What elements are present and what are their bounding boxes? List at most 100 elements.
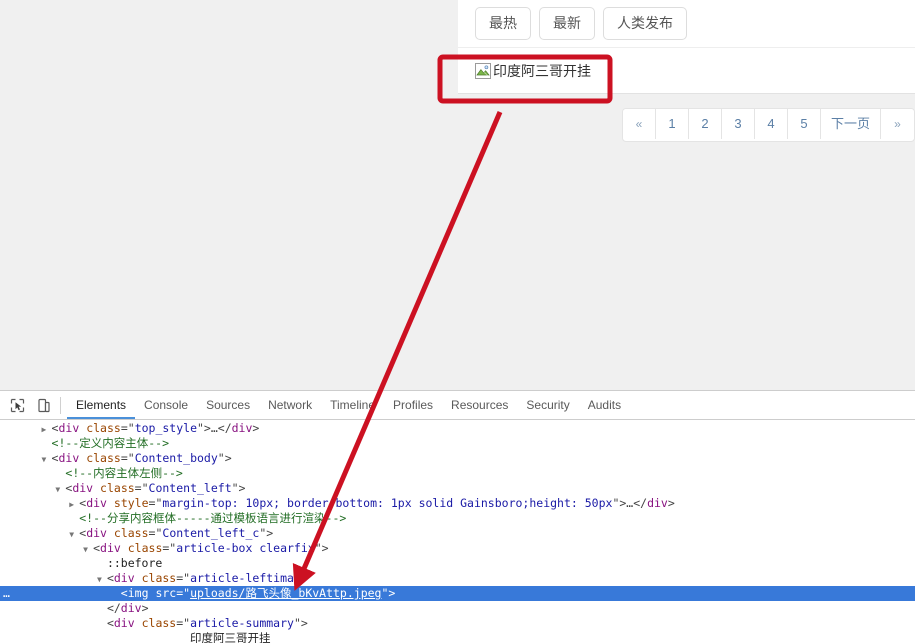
dom-token-punc: "> <box>314 541 329 555</box>
devtools-tab-security[interactable]: Security <box>517 392 578 419</box>
dom-twisty-none <box>55 467 65 482</box>
dom-token-tag: div <box>72 481 94 495</box>
devtools-tab-sources[interactable]: Sources <box>197 392 259 419</box>
pagination-page-3[interactable]: 3 <box>721 109 755 139</box>
dom-token-punc: < <box>93 541 101 555</box>
dom-line[interactable]: <!--定义内容主体--> <box>0 436 915 451</box>
devtools-tab-console[interactable]: Console <box>135 392 197 419</box>
dom-indent <box>0 586 111 600</box>
dom-line[interactable]: ▼ <div class="article-leftimag <box>0 571 915 586</box>
dom-token-tag: div <box>647 496 668 510</box>
dom-token-tag: div <box>113 571 135 585</box>
devtools-tab-resources[interactable]: Resources <box>442 392 517 419</box>
device-toolbar-icon[interactable] <box>30 393 56 417</box>
dom-line[interactable]: <div class="article-summary"> <box>0 616 915 631</box>
dom-indent <box>0 481 55 495</box>
dom-token-punc: =" <box>148 496 163 510</box>
devtools-tab-elements[interactable]: Elements <box>67 392 136 419</box>
article-title[interactable]: 印度阿三哥开挂 <box>493 61 591 81</box>
dom-line[interactable]: ▼ <div class="Content_left"> <box>0 481 915 496</box>
article-row[interactable]: 印度阿三哥开挂 <box>458 48 915 94</box>
dom-indent <box>0 421 42 435</box>
dom-line[interactable]: ▼ <div class="article-box clearfix"> <box>0 541 915 556</box>
pagination-first[interactable]: « <box>622 109 656 139</box>
pagination[interactable]: «1 2 3 4 5 下一页» <box>621 108 915 142</box>
devtools-tab-timeline[interactable]: Timeline <box>321 392 384 419</box>
filter-hottest[interactable]: 最热 <box>475 7 531 40</box>
dom-token-punc: =" <box>120 421 135 435</box>
dom-token-punc: =" <box>148 526 163 540</box>
devtools-tab-profiles[interactable]: Profiles <box>384 392 442 419</box>
dom-indent <box>0 616 97 630</box>
dom-token-punc: "> <box>381 586 396 600</box>
dom-token-punc <box>107 526 114 540</box>
dom-line[interactable]: </div> <box>0 601 915 616</box>
dom-scroll-ellipsis: … <box>3 586 10 600</box>
chevron-right-icon[interactable]: ▶ <box>42 422 52 437</box>
dom-token-pseudo: ::before <box>106 556 163 570</box>
dom-tree[interactable]: ▶ <div class="top_style">…</div> <!--定义内容… <box>0 420 915 643</box>
dom-indent <box>0 601 97 615</box>
dom-token-val: uploads/路飞头像_bKvAttp.jpeg <box>190 586 382 600</box>
dom-token-attr: class <box>86 451 121 465</box>
chevron-right-icon[interactable]: ▶ <box>69 497 79 512</box>
dom-token-attr: style <box>113 496 149 510</box>
dom-token-punc: =" <box>120 451 135 465</box>
dom-line[interactable]: ::before <box>0 556 915 571</box>
dom-line[interactable]: ▶ <div style="margin-top: 10px; border-bo… <box>0 496 915 511</box>
pagination-page-2[interactable]: 2 <box>688 109 722 139</box>
dom-token-punc: ">…</ <box>612 496 648 510</box>
dom-token-tag: div <box>58 421 80 435</box>
dom-token-punc: < <box>106 616 114 630</box>
broken-image-icon <box>475 62 491 79</box>
dom-twisty-none <box>97 602 107 617</box>
dom-line[interactable]: <!--分享内容框体-----通过模板语言进行渲染--> <box>0 511 915 526</box>
dom-line[interactable]: ▼ <div class="Content_body"> <box>0 451 915 466</box>
pagination-page-1[interactable]: 1 <box>655 109 689 139</box>
dom-token-punc: > <box>667 496 675 510</box>
dom-token-attr: class <box>141 571 177 585</box>
chevron-down-icon[interactable]: ▼ <box>83 542 93 557</box>
dom-line[interactable]: ▼ <div class="Content_left_c"> <box>0 526 915 541</box>
dom-token-comment: <!--定义内容主体--> <box>51 436 170 450</box>
dom-token-plaintext: 印度阿三哥开挂 <box>190 631 271 643</box>
browser-viewport: 最热 最新 人类发布 印度阿三哥开挂 «1 2 3 4 5 下一页» <box>0 0 915 390</box>
chevron-down-icon[interactable]: ▼ <box>69 527 79 542</box>
devtools-tab-audits[interactable]: Audits <box>579 392 630 419</box>
dom-token-punc: ">…</ <box>197 421 232 435</box>
dom-token-val: Content_left_c <box>162 526 260 540</box>
dom-twisty-none <box>111 587 121 602</box>
devtools-tab-network[interactable]: Network <box>259 392 321 419</box>
pagination-next[interactable]: 下一页 <box>820 109 881 139</box>
dom-token-comment: <!--内容主体左侧--> <box>65 466 183 480</box>
filter-human-posted[interactable]: 人类发布 <box>603 7 687 40</box>
devtools-panel: Elements Console Sources Network Timeline Pro… <box>0 390 915 643</box>
dom-token-val: article-box clearfix <box>176 541 315 555</box>
dom-line[interactable]: <!--内容主体左侧--> <box>0 466 915 481</box>
devtools-tab-strip: Elements Console Sources Network Timeline Pro… <box>67 391 630 419</box>
dom-token-punc: > <box>141 601 149 615</box>
dom-twisty-none <box>97 617 107 632</box>
filter-tab-bar: 最热 最新 人类发布 <box>458 0 915 47</box>
dom-token-punc: =" <box>176 616 191 630</box>
chevron-down-icon[interactable]: ▼ <box>55 482 65 497</box>
content-panel: 最热 最新 人类发布 印度阿三哥开挂 «1 2 3 4 5 下一页» <box>458 0 915 156</box>
dom-twisty-none <box>69 512 79 527</box>
dom-token-punc: "> <box>217 451 232 465</box>
dom-indent <box>0 556 97 570</box>
dom-indent <box>0 436 42 450</box>
filter-newest[interactable]: 最新 <box>539 7 595 40</box>
chevron-down-icon[interactable]: ▼ <box>42 452 52 467</box>
pagination-last[interactable]: » <box>881 109 914 139</box>
dom-line-selected[interactable]: … <img src="uploads/路飞头像_bKvAttp.jpeg"> <box>0 586 915 601</box>
pagination-page-5[interactable]: 5 <box>787 109 821 139</box>
inspect-element-icon[interactable] <box>4 393 30 417</box>
dom-token-punc: > <box>252 421 260 435</box>
dom-line[interactable]: ▶ <div class="top_style">…</div> <box>0 421 915 436</box>
dom-token-punc <box>135 616 142 630</box>
chevron-down-icon[interactable]: ▼ <box>97 572 107 587</box>
dom-indent <box>0 541 83 555</box>
pagination-page-4[interactable]: 4 <box>754 109 788 139</box>
dom-line[interactable]: 印度阿三哥开挂 <box>0 631 915 643</box>
dom-token-attr: src <box>155 586 177 600</box>
